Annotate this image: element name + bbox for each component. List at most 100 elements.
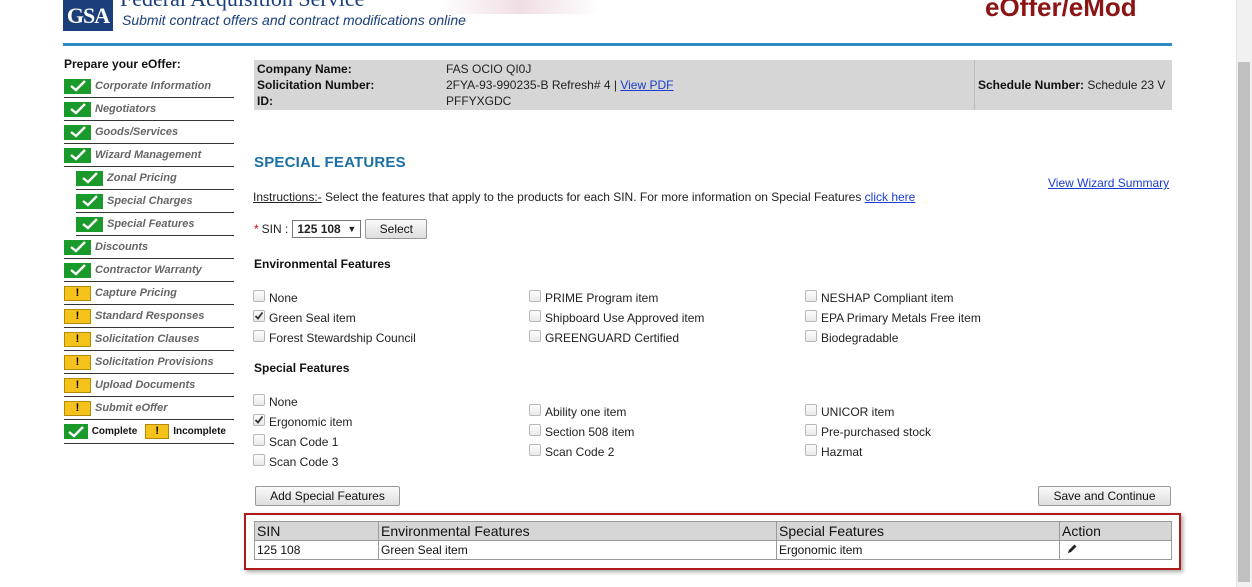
checkbox[interactable] [253,434,265,446]
results-table: SIN Environmental Features Special Featu… [254,521,1172,560]
sidebar-title: Prepare your eOffer: [64,57,181,71]
sidebar-item-special-charges[interactable]: Special Charges [76,190,234,213]
special-option-scan-code-3[interactable]: Scan Code 3 [253,452,352,472]
company-name-label: Company Name: [257,62,352,76]
sidebar-item-upload-documents[interactable]: ! Upload Documents [64,374,234,397]
sidebar-item-label: Special Charges [107,195,193,207]
sidebar-item-special-features[interactable]: Special Features [76,213,234,236]
checkbox-label: PRIME Program item [545,291,659,305]
sin-dropdown[interactable]: 125 108 ▼ [292,220,362,238]
sidebar-item-label: Special Features [107,218,195,230]
sidebar-item-wizard-management[interactable]: Wizard Management [64,144,234,167]
info-divider [974,60,975,110]
sidebar-item-corporate-information[interactable]: Corporate Information [64,75,234,98]
special-option-pre-purchased-stock[interactable]: Pre-purchased stock [805,422,931,442]
checkbox-label: None [269,395,298,409]
environmental-option-epa-primary-metals-free-item[interactable]: EPA Primary Metals Free item [805,308,981,328]
environmental-option-green-seal-item[interactable]: Green Seal item [253,308,416,328]
sidebar-item-submit-eoffer[interactable]: ! Submit eOffer [64,397,234,420]
checkbox-label: Scan Code 3 [269,455,339,469]
checkbox[interactable] [253,330,265,342]
environmental-option-biodegradable[interactable]: Biodegradable [805,328,981,348]
checkbox[interactable] [529,404,541,416]
select-button[interactable]: Select [365,219,428,239]
checkbox[interactable] [805,404,817,416]
checkbox[interactable] [529,424,541,436]
sidebar-item-discounts[interactable]: Discounts [64,236,234,259]
special-option-ability-one-item[interactable]: Ability one item [529,402,634,422]
required-marker: * [254,222,259,236]
checkbox[interactable] [805,444,817,456]
checkbox[interactable] [529,330,541,342]
edit-pencil-icon[interactable] [1066,543,1078,555]
environmental-option-shipboard-use-approved-item[interactable]: Shipboard Use Approved item [529,308,704,328]
special-option-scan-code-1[interactable]: Scan Code 1 [253,432,352,452]
special-option-none[interactable]: None [253,392,352,412]
check-icon [64,424,88,439]
sidebar-item-standard-responses[interactable]: ! Standard Responses [64,305,234,328]
checkbox[interactable] [805,290,817,302]
save-and-continue-button[interactable]: Save and Continue [1038,486,1171,506]
environmental-option-forest-stewardship-council[interactable]: Forest Stewardship Council [253,328,416,348]
warning-glyph: ! [75,286,80,299]
view-wizard-summary-link[interactable]: View Wizard Summary [1048,176,1169,190]
sidebar-item-negotiators[interactable]: Negotiators [64,98,234,121]
checkbox[interactable] [805,310,817,322]
sidebar-item-zonal-pricing[interactable]: Zonal Pricing [76,167,234,190]
special-option-section-508-item[interactable]: Section 508 item [529,422,634,442]
special-option-unicor-item[interactable]: UNICOR item [805,402,931,422]
sidebar-item-label: Contractor Warranty [95,264,202,276]
company-info-box: Company Name: FAS OCIO QI0J Solicitation… [254,60,1172,110]
warning-glyph: ! [75,355,80,368]
environmental-option-none[interactable]: None [253,288,416,308]
environmental-option-prime-program-item[interactable]: PRIME Program item [529,288,704,308]
scrollbar-thumb[interactable] [1238,62,1250,582]
checkbox-label: Shipboard Use Approved item [545,311,705,325]
sidebar-item-label: Zonal Pricing [107,172,177,184]
page-header: GSA Federal Acquisition Service Submit c… [0,0,1236,46]
checkbox[interactable] [529,310,541,322]
sidebar-items: Corporate Information Negotiators Goods/Se… [64,75,234,420]
checkbox[interactable] [253,310,265,322]
checkbox[interactable] [529,290,541,302]
checkbox-label: Forest Stewardship Council [269,331,416,345]
checkbox[interactable] [529,444,541,456]
checkbox[interactable] [253,394,265,406]
gsa-logo[interactable]: GSA [63,0,113,31]
sidebar-item-solicitation-clauses[interactable]: ! Solicitation Clauses [64,328,234,351]
vertical-scrollbar[interactable] [1236,0,1252,587]
warning-glyph: ! [155,425,160,437]
cell-environmental: Green Seal item [378,540,777,560]
column-header-sin: SIN [254,521,379,541]
sidebar-item-contractor-warranty[interactable]: Contractor Warranty [64,259,234,282]
environmental-option-greenguard-certified[interactable]: GREENGUARD Certified [529,328,704,348]
checkbox[interactable] [253,414,265,426]
sidebar: Prepare your eOffer: Corporate Informati… [64,57,234,444]
sin-dropdown-value: 125 108 [297,222,341,236]
checkbox-label: Section 508 item [545,425,635,439]
special-column: UNICOR item Pre-purchased stock Hazmat [805,402,931,462]
checkbox[interactable] [805,424,817,436]
checkbox[interactable] [253,454,265,466]
sidebar-item-goods-services[interactable]: Goods/Services [64,121,234,144]
warning-icon: ! [145,424,170,439]
sidebar-item-solicitation-provisions[interactable]: ! Solicitation Provisions [64,351,234,374]
environmental-option-neshap-compliant-item[interactable]: NESHAP Compliant item [805,288,981,308]
special-option-ergonomic-item[interactable]: Ergonomic item [253,412,352,432]
solicitation-value: 2FYA-93-990235-B Refresh# 4 | [446,78,617,92]
checkbox[interactable] [253,290,265,302]
checkbox[interactable] [805,330,817,342]
add-special-features-button[interactable]: Add Special Features [255,486,400,506]
tagline: Submit contract offers and contract modi… [122,12,466,28]
sidebar-item-label: Capture Pricing [95,287,177,299]
special-option-hazmat[interactable]: Hazmat [805,442,931,462]
check-icon [64,239,91,255]
checkbox-label: Scan Code 1 [269,435,339,449]
special-option-scan-code-2[interactable]: Scan Code 2 [529,442,634,462]
view-pdf-link[interactable]: View PDF [620,78,673,92]
click-here-link[interactable]: click here [865,190,916,204]
sidebar-item-capture-pricing[interactable]: ! Capture Pricing [64,282,234,305]
checkbox-label: Scan Code 2 [545,445,615,459]
solicitation-label: Solicitation Number: [257,78,375,92]
company-name-value: FAS OCIO QI0J [446,62,532,76]
